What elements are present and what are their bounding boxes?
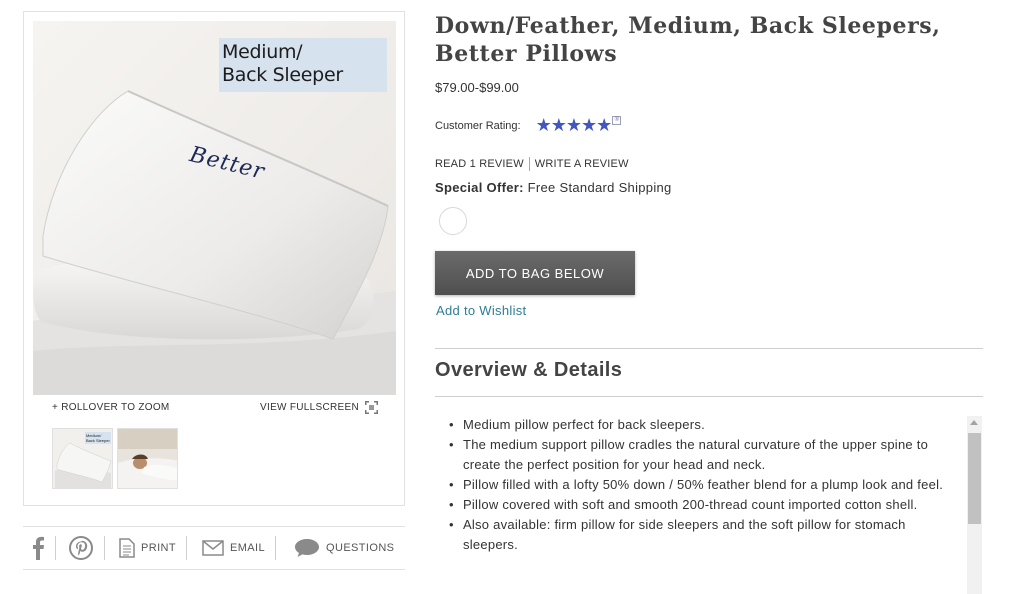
thumbnail-strip: Medium/ Back Sleeper [52,428,178,489]
details-scrollbar[interactable] [967,416,982,594]
details-pane: Medium pillow perfect for back sleepers.… [443,415,983,594]
questions-button[interactable]: QUESTIONS [294,536,394,560]
zoom-hint: + ROLLOVER TO ZOOM [52,402,170,413]
read-review-link[interactable]: READ 1 REVIEW [435,158,524,170]
thumbnail-sleeper-image [118,429,177,488]
pinterest-icon [69,536,93,560]
share-separator [275,536,277,560]
image-label-line2: Back Sleeper [222,64,343,86]
view-fullscreen-button[interactable]: VIEW FULLSCREEN [260,401,378,414]
detail-item: Medium pillow perfect for back sleepers. [443,415,953,435]
thumbnail-sleeper[interactable] [117,428,178,489]
special-offer-text: Free Standard Shipping [527,180,672,195]
email-label: EMAIL [230,542,266,554]
detail-item: Pillow covered with soft and smooth 200-… [443,495,953,515]
write-review-link[interactable]: WRITE A REVIEW [535,158,629,170]
section-divider [435,396,983,397]
facebook-icon [33,536,44,560]
overview-title[interactable]: Overview & Details [435,359,622,382]
print-icon [119,538,135,558]
color-swatch[interactable] [439,207,467,235]
rating-info-icon[interactable]: ® [612,115,622,125]
envelope-icon [202,540,224,556]
scrollbar-thumb[interactable] [968,433,981,524]
questions-label: QUESTIONS [326,542,395,554]
details-list: Medium pillow perfect for back sleepers.… [443,415,953,555]
special-offer: Special Offer: Free Standard Shipping [435,180,672,195]
fullscreen-icon [365,401,378,414]
image-label-line1: Medium/ [222,41,303,63]
customer-rating: Customer Rating: ★★★★★ ® [435,115,622,136]
facebook-share-button[interactable] [31,536,45,560]
detail-item: Pillow filled with a lofty 50% down / 50… [443,475,953,495]
rating-stars[interactable]: ★★★★★ [536,115,613,136]
detail-item: The medium support pillow cradles the na… [443,435,953,475]
fullscreen-label: VIEW FULLSCREEN [260,402,359,413]
product-gallery: Medium/ Back Sleeper Better + ROLLOVER T… [23,11,405,506]
main-product-image[interactable]: Medium/ Back Sleeper Better [33,21,396,395]
share-bar: PRINT EMAIL QUESTIONS [23,526,405,570]
gallery-controls: + ROLLOVER TO ZOOM VIEW FULLSCREEN [52,401,378,415]
print-button[interactable]: PRINT [119,536,176,560]
speech-bubble-icon [295,539,320,557]
review-link-separator [528,157,530,171]
share-separator [55,536,56,560]
section-divider [435,348,983,349]
thumbnail-pillow[interactable]: Medium/ Back Sleeper [52,428,113,489]
add-to-wishlist-link[interactable]: Add to Wishlist [436,303,526,318]
image-overlay-label: Medium/ Back Sleeper [219,38,387,92]
rating-label: Customer Rating: [435,119,521,132]
scroll-up-arrow-icon[interactable] [970,420,978,425]
email-button[interactable]: EMAIL [202,536,265,560]
review-links: READ 1 REVIEW WRITE A REVIEW [435,157,629,171]
product-title: Down/Feather, Medium, Back Sleepers, Bet… [435,13,941,67]
detail-item: Also available: firm pillow for side sle… [443,515,953,555]
share-separator [104,536,105,560]
product-price: $79.00-$99.00 [435,80,519,95]
add-to-bag-button[interactable]: ADD TO BAG BELOW [435,251,635,295]
pinterest-share-button[interactable] [69,536,93,560]
special-offer-label: Special Offer: [435,180,524,195]
print-label: PRINT [141,542,176,554]
thumbnail-label: Medium/ Back Sleeper [85,432,111,444]
share-separator [186,536,187,560]
